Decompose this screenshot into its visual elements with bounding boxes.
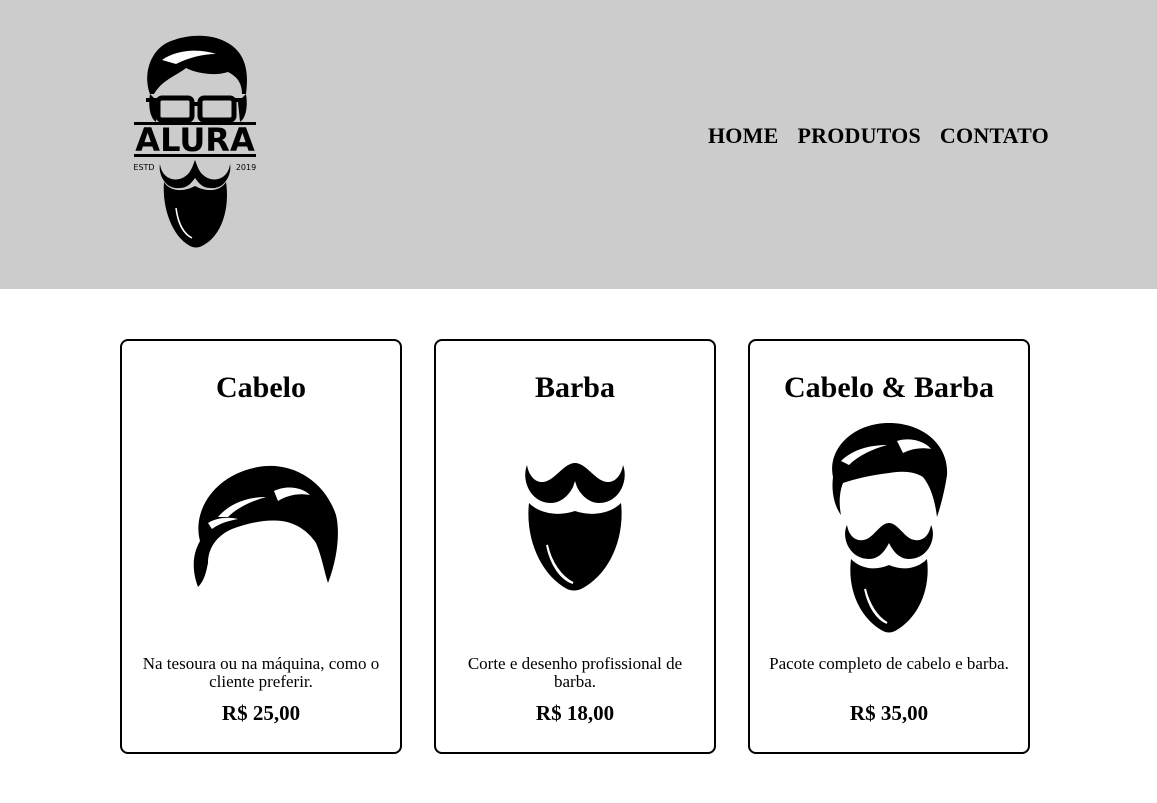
product-title: Cabelo: [216, 371, 306, 404]
hair-icon: [122, 461, 400, 591]
svg-text:ALURA: ALURA: [135, 121, 255, 159]
hair-and-beard-icon: [750, 421, 1028, 635]
product-price: R$ 18,00: [535, 701, 615, 725]
product-card-cabelo[interactable]: Cabelo Na tesoura ou na máquina, como o …: [120, 339, 402, 754]
nav-produtos-link[interactable]: PRODUTOS: [797, 122, 920, 150]
main-nav: HOME PRODUTOS CONTATO: [708, 122, 1049, 150]
product-description: Pacote completo de cabelo e barba.: [769, 654, 1009, 673]
site-header: ALURA ESTD 2019 HOME PRODUTOS CONTATO: [0, 0, 1157, 289]
nav-contato-link[interactable]: CONTATO: [940, 122, 1049, 150]
alura-logo[interactable]: ALURA ESTD 2019: [132, 32, 258, 250]
product-card-barba[interactable]: Barba Corte e desenho profissional de ba…: [434, 339, 716, 754]
product-title: Barba: [534, 371, 615, 404]
bearded-man-logo-icon: ALURA ESTD 2019: [133, 35, 256, 248]
product-description: Corte e desenho profissional de barba.: [467, 654, 683, 691]
product-description: Na tesoura ou na máquina, como o cliente…: [142, 654, 380, 691]
product-title: Cabelo & Barba: [784, 371, 994, 404]
svg-text:2019: 2019: [236, 163, 256, 172]
svg-text:ESTD: ESTD: [133, 163, 154, 172]
nav-home-link[interactable]: HOME: [708, 122, 778, 150]
product-card-cabelo-barba[interactable]: Cabelo & Barba Pacote completo de cabelo…: [748, 339, 1030, 754]
product-price: R$ 25,00: [221, 701, 301, 725]
beard-icon: [436, 459, 714, 595]
product-price: R$ 35,00: [849, 701, 929, 725]
